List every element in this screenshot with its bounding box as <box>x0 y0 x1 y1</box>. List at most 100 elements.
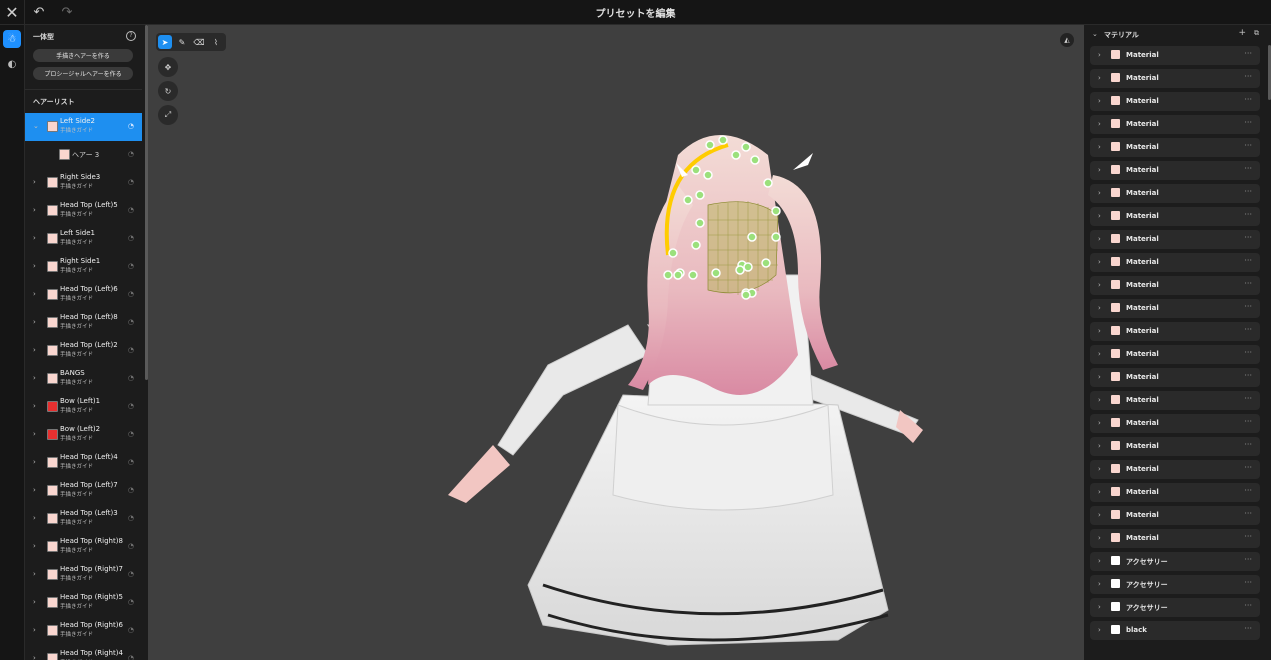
chevron-right-icon[interactable]: › <box>1098 304 1101 312</box>
chevron-right-icon[interactable]: › <box>33 542 36 550</box>
chevron-right-icon[interactable]: › <box>33 570 36 578</box>
color-swatch[interactable] <box>47 513 58 524</box>
chevron-right-icon[interactable]: › <box>33 514 36 522</box>
chevron-right-icon[interactable]: › <box>33 262 36 270</box>
chevron-right-icon[interactable]: › <box>33 430 36 438</box>
material-row[interactable]: › Material ··· <box>1090 299 1260 318</box>
chevron-right-icon[interactable]: › <box>1098 258 1101 266</box>
more-icon[interactable]: ··· <box>1244 532 1252 541</box>
hair-list-item[interactable]: › Head Top (Left)3 手描きガイド ◔ <box>25 505 142 533</box>
material-row[interactable]: › Material ··· <box>1090 92 1260 111</box>
color-swatch[interactable] <box>47 373 58 384</box>
material-row[interactable]: › Material ··· <box>1090 184 1260 203</box>
color-swatch[interactable] <box>47 205 58 216</box>
more-icon[interactable]: ··· <box>1244 164 1252 173</box>
hair-list-item[interactable]: › Head Top (Right)5 手描きガイド ◔ <box>25 589 142 617</box>
3d-viewport[interactable]: ➤ ✎ ⌫ ⌇ ✥ ↻ ⤢ ◭ <box>148 25 1084 660</box>
visibility-icon[interactable]: ◔ <box>128 178 134 186</box>
hair-list-item[interactable]: › Head Top (Left)8 手描きガイド ◔ <box>25 309 142 337</box>
material-row[interactable]: › Material ··· <box>1090 230 1260 249</box>
chevron-right-icon[interactable]: › <box>1098 465 1101 473</box>
material-row[interactable]: › Material ··· <box>1090 276 1260 295</box>
hair-list-item[interactable]: › Head Top (Right)7 手描きガイド ◔ <box>25 561 142 589</box>
visibility-icon[interactable]: ◔ <box>128 150 134 158</box>
more-icon[interactable]: ··· <box>1244 325 1252 334</box>
color-swatch[interactable] <box>1111 165 1120 174</box>
more-icon[interactable]: ··· <box>1244 187 1252 196</box>
color-swatch[interactable] <box>1111 579 1120 588</box>
hair-list-item[interactable]: › Head Top (Left)7 手描きガイド ◔ <box>25 477 142 505</box>
duplicate-icon[interactable]: ⧉ <box>1254 29 1259 38</box>
hair-list-item[interactable]: ›Head Top (Right)4手描きガイド◔ <box>25 645 142 660</box>
color-swatch[interactable] <box>1111 257 1120 266</box>
more-icon[interactable]: ··· <box>1244 118 1252 127</box>
hair-list-item[interactable]: › Bow (Left)2 手描きガイド ◔ <box>25 421 142 449</box>
color-swatch[interactable] <box>47 429 58 440</box>
material-row[interactable]: › Material ··· <box>1090 483 1260 502</box>
material-row[interactable]: › Material ··· <box>1090 391 1260 410</box>
chevron-right-icon[interactable]: › <box>33 234 36 242</box>
move-icon[interactable]: ✥ <box>158 57 178 77</box>
color-swatch[interactable] <box>47 121 58 132</box>
chevron-right-icon[interactable]: › <box>1098 350 1101 358</box>
visibility-icon[interactable]: ◔ <box>128 626 134 634</box>
hair-list-item[interactable]: ⌄ Left Side2 手描きガイド ◔ <box>25 113 142 141</box>
color-swatch[interactable] <box>47 317 58 328</box>
color-swatch[interactable] <box>1111 625 1120 634</box>
color-swatch[interactable] <box>1111 418 1120 427</box>
material-row[interactable]: › アクセサリー ··· <box>1090 575 1260 594</box>
color-swatch[interactable] <box>1111 280 1120 289</box>
more-icon[interactable]: ··· <box>1244 486 1252 495</box>
color-swatch[interactable] <box>47 625 58 636</box>
color-swatch[interactable] <box>1111 602 1120 611</box>
more-icon[interactable]: ··· <box>1244 279 1252 288</box>
material-row[interactable]: › Material ··· <box>1090 414 1260 433</box>
color-swatch[interactable] <box>1111 556 1120 565</box>
color-swatch[interactable] <box>47 345 58 356</box>
color-swatch[interactable] <box>47 541 58 552</box>
chevron-right-icon[interactable]: › <box>1098 281 1101 289</box>
material-row[interactable]: › Material ··· <box>1090 322 1260 341</box>
help-icon[interactable]: ? <box>126 31 136 41</box>
chevron-right-icon[interactable]: › <box>1098 189 1101 197</box>
chevron-right-icon[interactable]: › <box>1098 327 1101 335</box>
visibility-icon[interactable]: ◔ <box>128 430 134 438</box>
chevron-right-icon[interactable]: › <box>1098 166 1101 174</box>
chevron-right-icon[interactable]: › <box>1098 511 1101 519</box>
color-swatch[interactable] <box>1111 372 1120 381</box>
hair-mode-icon[interactable]: ☃ <box>3 30 21 48</box>
color-swatch[interactable] <box>1111 211 1120 220</box>
more-icon[interactable]: ··· <box>1244 601 1252 610</box>
more-icon[interactable]: ··· <box>1244 302 1252 311</box>
more-icon[interactable]: ··· <box>1244 256 1252 265</box>
chevron-right-icon[interactable]: › <box>1098 396 1101 404</box>
hair-list-item[interactable]: › Right Side1 手描きガイド ◔ <box>25 253 142 281</box>
more-icon[interactable]: ··· <box>1244 555 1252 564</box>
color-swatch[interactable] <box>1111 349 1120 358</box>
create-procedural-hair-button[interactable]: プロシージャルヘアーを作る <box>33 67 133 80</box>
more-icon[interactable]: ··· <box>1244 624 1252 633</box>
more-icon[interactable]: ··· <box>1244 141 1252 150</box>
more-icon[interactable]: ··· <box>1244 72 1252 81</box>
visibility-icon[interactable]: ◔ <box>128 486 134 494</box>
material-row[interactable]: › Material ··· <box>1090 253 1260 272</box>
color-swatch[interactable] <box>59 149 70 160</box>
create-handdrawn-hair-button[interactable]: 手描きヘアーを作る <box>33 49 133 62</box>
chevron-right-icon[interactable]: › <box>33 178 36 186</box>
chevron-right-icon[interactable]: › <box>33 486 36 494</box>
color-swatch[interactable] <box>1111 50 1120 59</box>
color-swatch[interactable] <box>47 233 58 244</box>
material-row[interactable]: › アクセサリー ··· <box>1090 598 1260 617</box>
chevron-right-icon[interactable]: › <box>33 458 36 466</box>
more-icon[interactable]: ··· <box>1244 578 1252 587</box>
color-swatch[interactable] <box>1111 303 1120 312</box>
material-row[interactable]: › Material ··· <box>1090 345 1260 364</box>
chevron-right-icon[interactable]: › <box>1098 442 1101 450</box>
color-swatch[interactable] <box>47 597 58 608</box>
material-row[interactable]: › Material ··· <box>1090 529 1260 548</box>
hair-list-item[interactable]: › Left Side1 手描きガイド ◔ <box>25 225 142 253</box>
visibility-icon[interactable]: ◔ <box>128 318 134 326</box>
material-row[interactable]: › Material ··· <box>1090 115 1260 134</box>
color-swatch[interactable] <box>1111 441 1120 450</box>
visibility-icon[interactable]: ◔ <box>128 122 134 130</box>
